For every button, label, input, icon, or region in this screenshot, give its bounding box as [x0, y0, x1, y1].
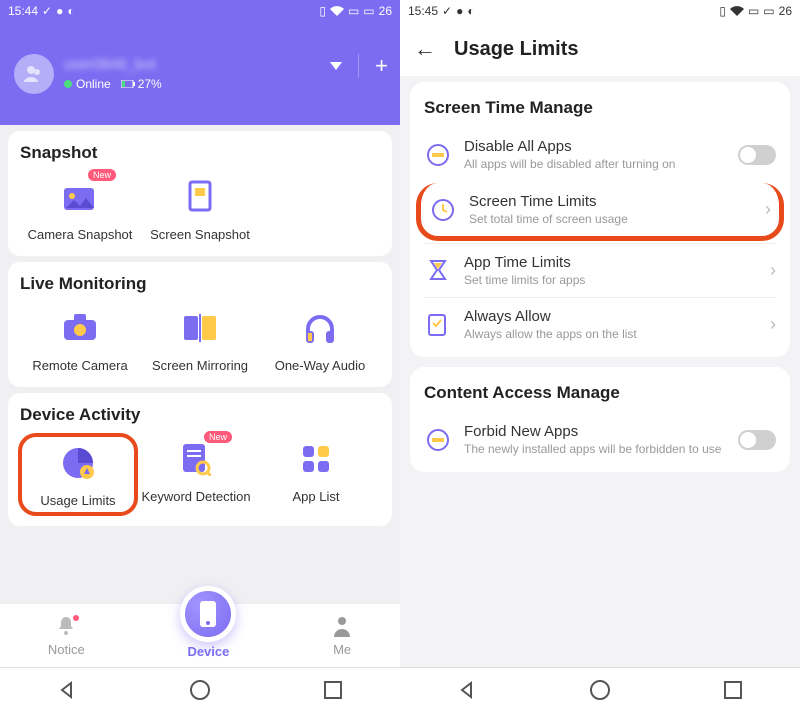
status-bar: 15:45 ✓ ● ◐ ▯ ▭ ▭ 26: [400, 0, 800, 22]
grid-icon: [294, 437, 338, 481]
phone-icon: [198, 599, 218, 629]
status-bar: 15:44 ✓ ● ◐ ▯ ▭ ▭ 26: [0, 0, 400, 22]
nav-device[interactable]: [180, 586, 236, 642]
screenshot-icon: [178, 175, 222, 219]
person-icon: [332, 615, 352, 640]
add-button[interactable]: +: [375, 55, 388, 77]
moon-icon: ◐: [67, 4, 74, 18]
hourglass-icon: [424, 257, 452, 285]
live-monitoring-card: Live Monitoring Remote Camera Screen Mir…: [8, 262, 392, 387]
chevron-right-icon: ›: [770, 314, 776, 335]
avatar[interactable]: [14, 54, 54, 94]
user-icon: ●: [456, 4, 463, 18]
app-time-limits-row[interactable]: App Time Limits Set time limits for apps…: [424, 243, 776, 297]
disable-all-apps-row[interactable]: Disable All Apps All apps will be disabl…: [424, 128, 776, 181]
new-badge: New: [88, 169, 116, 181]
page-title: Usage Limits: [454, 38, 578, 61]
toggle-switch[interactable]: [738, 430, 776, 450]
wifi-icon: [330, 6, 344, 16]
screen-snapshot-tile[interactable]: Screen Snapshot: [140, 175, 260, 242]
signal-icon: ▭: [348, 4, 359, 18]
bottom-nav: Notice Device Me: [0, 603, 400, 667]
profile-header: user0846_bot Online 27% +: [0, 22, 400, 125]
vibrate-icon: ▯: [719, 4, 726, 18]
forbid-icon: [424, 141, 452, 169]
forbid-new-apps-row[interactable]: Forbid New Apps The newly installed apps…: [424, 413, 776, 466]
page-header: ← Usage Limits: [400, 22, 800, 76]
back-button[interactable]: ←: [414, 36, 436, 62]
system-nav: [0, 667, 400, 711]
checklist-icon: [424, 311, 452, 339]
bell-icon: [55, 615, 77, 640]
home-icon[interactable]: [589, 679, 611, 701]
app-list-tile[interactable]: App List: [256, 437, 376, 512]
one-way-audio-tile[interactable]: One-Way Audio: [260, 306, 380, 373]
remote-camera-tile[interactable]: Remote Camera: [20, 306, 140, 373]
recent-icon[interactable]: [722, 679, 744, 701]
moon-icon: ◐: [467, 4, 474, 18]
toggle-switch[interactable]: [738, 145, 776, 165]
snapshot-card: Snapshot New Camera Snapshot Screen Snap…: [8, 131, 392, 256]
screen-time-limits-row[interactable]: Screen Time Limits Set total time of scr…: [416, 183, 784, 241]
status-time: 15:44: [8, 4, 38, 18]
snapshot-title: Snapshot: [20, 143, 380, 163]
battery-icon: ▭: [763, 4, 774, 18]
forbid-icon: [424, 426, 452, 454]
wifi-icon: [730, 6, 744, 16]
usage-limits-screen: 15:45 ✓ ● ◐ ▯ ▭ ▭ 26 ← Usage Limits Scre…: [400, 0, 800, 711]
content-access-section: Content Access Manage Forbid New Apps Th…: [410, 367, 790, 472]
screen-mirroring-tile[interactable]: Screen Mirroring: [140, 306, 260, 373]
vibrate-icon: ▯: [319, 4, 326, 18]
clock-icon: [56, 441, 100, 485]
chevron-right-icon: ›: [765, 199, 771, 220]
dropdown-icon[interactable]: [330, 62, 342, 70]
check-icon: ✓: [42, 4, 52, 18]
back-icon[interactable]: [56, 679, 78, 701]
device-activity-card: Device Activity Usage Limits New Keyword…: [8, 393, 392, 526]
activity-title: Device Activity: [20, 405, 380, 425]
chevron-right-icon: ›: [770, 260, 776, 281]
status-time: 15:45: [408, 4, 438, 18]
camera-snapshot-tile[interactable]: New Camera Snapshot: [20, 175, 140, 242]
usage-limits-tile[interactable]: Usage Limits: [18, 433, 138, 516]
recent-icon[interactable]: [322, 679, 344, 701]
section-title: Content Access Manage: [424, 383, 776, 403]
back-icon[interactable]: [456, 679, 478, 701]
battery-icon: ▭: [363, 4, 374, 18]
online-status: Online: [64, 77, 111, 91]
new-badge: New: [204, 431, 232, 443]
keyword-detection-tile[interactable]: New Keyword Detection: [136, 437, 256, 512]
photo-icon: [58, 175, 102, 219]
always-allow-row[interactable]: Always Allow Always allow the apps on th…: [424, 297, 776, 351]
home-icon[interactable]: [189, 679, 211, 701]
nav-notice[interactable]: Notice: [48, 615, 85, 657]
section-title: Screen Time Manage: [424, 98, 776, 118]
device-battery: 27%: [121, 77, 162, 91]
mirror-icon: [178, 306, 222, 350]
notification-dot: [73, 615, 79, 621]
headphone-icon: [298, 306, 342, 350]
status-battery: 26: [379, 4, 392, 18]
camera-icon: [58, 306, 102, 350]
nav-me[interactable]: Me: [332, 615, 352, 657]
check-icon: ✓: [442, 4, 452, 18]
live-title: Live Monitoring: [20, 274, 380, 294]
user-icon: ●: [56, 4, 63, 18]
clock-icon: [429, 196, 457, 224]
signal-icon: ▭: [748, 4, 759, 18]
document-search-icon: [174, 437, 218, 481]
username: user0846_bot: [64, 56, 162, 73]
system-nav: [400, 667, 800, 711]
status-battery: 26: [779, 4, 792, 18]
device-screen: 15:44 ✓ ● ◐ ▯ ▭ ▭ 26 user0846_bot Online…: [0, 0, 400, 711]
screen-time-section: Screen Time Manage Disable All Apps All …: [410, 82, 790, 357]
